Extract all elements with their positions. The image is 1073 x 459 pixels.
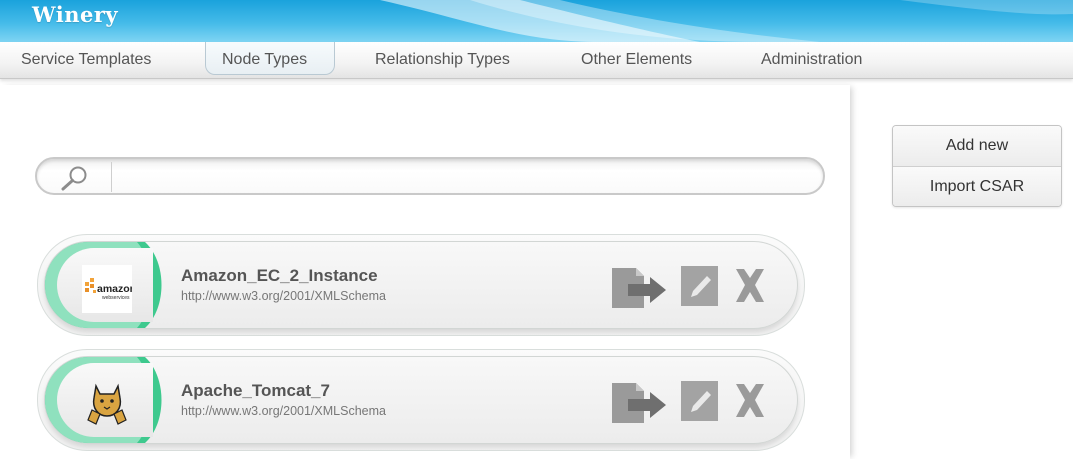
search-input[interactable] [119, 163, 813, 193]
amazon-logo-subtext: webservices [102, 295, 130, 301]
node-type-namespace: http://www.w3.org/2001/XMLSchema [181, 289, 386, 303]
action-button-group: Add new Import CSAR [892, 125, 1062, 207]
node-type-card: Apache_Tomcat_7 http://www.w3.org/2001/X… [44, 356, 798, 444]
node-type-row[interactable]: Apache_Tomcat_7 http://www.w3.org/2001/X… [37, 349, 805, 451]
tomcat-logo [82, 380, 132, 428]
tab-service-templates[interactable]: Service Templates [21, 42, 151, 78]
tab-relationship-types[interactable]: Relationship Types [375, 42, 510, 78]
search-divider [111, 162, 112, 192]
edit-icon[interactable] [680, 264, 720, 313]
node-type-name[interactable]: Apache_Tomcat_7 [181, 381, 330, 401]
amazon-webservices-logo: amazon webservices [82, 265, 136, 313]
app-title: Winery [32, 2, 119, 27]
import-csar-button[interactable]: Import CSAR [893, 166, 1061, 206]
row-actions [610, 264, 780, 310]
row-accent: amazon webservices [45, 242, 163, 328]
export-icon[interactable] [610, 264, 668, 315]
search-box [35, 157, 825, 195]
export-icon[interactable] [610, 379, 668, 430]
tab-node-types[interactable]: Node Types [205, 42, 335, 75]
tab-administration[interactable]: Administration [761, 42, 862, 78]
edit-icon[interactable] [680, 379, 720, 428]
header-wave-decoration [380, 0, 1073, 42]
delete-icon[interactable] [730, 379, 770, 426]
node-type-row[interactable]: amazon webservices Amazon_EC_2_Instance … [37, 234, 805, 336]
row-actions [610, 379, 780, 425]
node-type-namespace: http://www.w3.org/2001/XMLSchema [181, 404, 386, 418]
node-type-name[interactable]: Amazon_EC_2_Instance [181, 266, 378, 286]
app-header: Winery [0, 0, 1073, 42]
main-navigation: Service Templates Node Types Relationshi… [0, 42, 1073, 79]
node-type-card: amazon webservices Amazon_EC_2_Instance … [44, 241, 798, 329]
search-icon[interactable] [57, 164, 93, 197]
icon-holder: amazon webservices [57, 248, 153, 322]
amazon-logo-text: amazon [97, 283, 132, 295]
tab-other-elements[interactable]: Other Elements [581, 42, 692, 78]
row-accent [45, 357, 163, 443]
icon-holder [57, 363, 153, 437]
delete-icon[interactable] [730, 264, 770, 311]
add-new-button[interactable]: Add new [893, 126, 1061, 166]
